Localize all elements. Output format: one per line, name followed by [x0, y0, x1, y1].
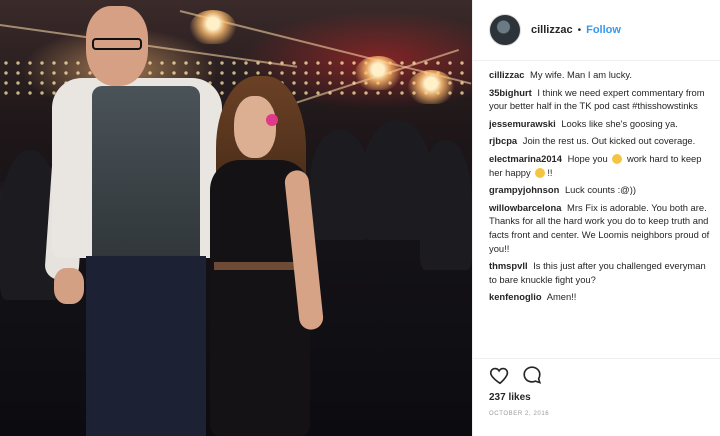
separator-dot: •: [577, 24, 582, 36]
post-date: OCTOBER 2, 2016: [489, 411, 550, 417]
comment-text: Looks like she's goosing ya.: [561, 117, 678, 129]
comment-item: jessemurawski Looks like she's goosing y…: [489, 117, 715, 131]
smile-emoji-icon: [535, 168, 546, 179]
background-crowd: [310, 130, 370, 240]
comment-username[interactable]: kenfenoglio: [489, 291, 542, 302]
comment-item: thmspvll Is this just after you challeng…: [489, 259, 715, 286]
comment-username[interactable]: jessemurawski: [489, 118, 556, 129]
heart-outline-icon[interactable]: [489, 364, 511, 386]
comment-username[interactable]: willowbarcelona: [489, 202, 561, 213]
comment-text: Luck counts :@)): [564, 184, 636, 196]
comments-list[interactable]: cillizzac My wife. Man I am lucky. 35big…: [489, 68, 715, 358]
chandelier: [408, 70, 454, 104]
comment-username[interactable]: thmspvll: [489, 260, 528, 271]
comment-username[interactable]: grampyjohnson: [489, 184, 559, 195]
comment-username[interactable]: 35bighurt: [489, 87, 532, 98]
actions-divider: [473, 358, 720, 359]
comment-item: electmarina2014 Hope you work hard to ke…: [489, 152, 715, 179]
post-actions: [489, 364, 543, 386]
comment-username[interactable]: cillizzac: [489, 69, 524, 80]
comment-username[interactable]: rjbcpa: [489, 135, 517, 146]
chandelier: [355, 56, 401, 90]
comment-item: kenfenoglio Amen!!: [489, 290, 715, 304]
comment-username[interactable]: electmarina2014: [489, 153, 562, 164]
background-crowd: [420, 140, 472, 270]
comment-bubble-icon[interactable]: [521, 364, 543, 386]
comment-item: cillizzac My wife. Man I am lucky.: [489, 68, 715, 82]
comment-text: Hope you: [567, 152, 608, 164]
post-header: cillizzac • Follow: [473, 0, 720, 61]
username[interactable]: cillizzac: [531, 24, 573, 36]
post-photo[interactable]: [0, 0, 472, 436]
avatar[interactable]: [489, 14, 521, 46]
smile-emoji-icon: [612, 154, 623, 165]
post-side-panel: cillizzac • Follow cillizzac My wife. Ma…: [472, 0, 720, 436]
comment-text: Join the rest us. Out kicked out coverag…: [522, 135, 696, 147]
follow-button[interactable]: Follow: [586, 24, 621, 36]
comment-text: Amen!!: [546, 291, 577, 303]
comment-item: grampyjohnson Luck counts :@)): [489, 183, 715, 197]
chandelier: [190, 10, 236, 44]
comment-text: My wife. Man I am lucky.: [530, 69, 632, 80]
comment-text: !!: [547, 166, 553, 178]
likes-count[interactable]: 237 likes: [489, 392, 531, 403]
comment-item: rjbcpa Join the rest us. Out kicked out …: [489, 134, 715, 148]
comment-item: willowbarcelona Mrs Fix is adorable. You…: [489, 201, 715, 255]
comment-item: 35bighurt I think we need expert comment…: [489, 86, 715, 113]
